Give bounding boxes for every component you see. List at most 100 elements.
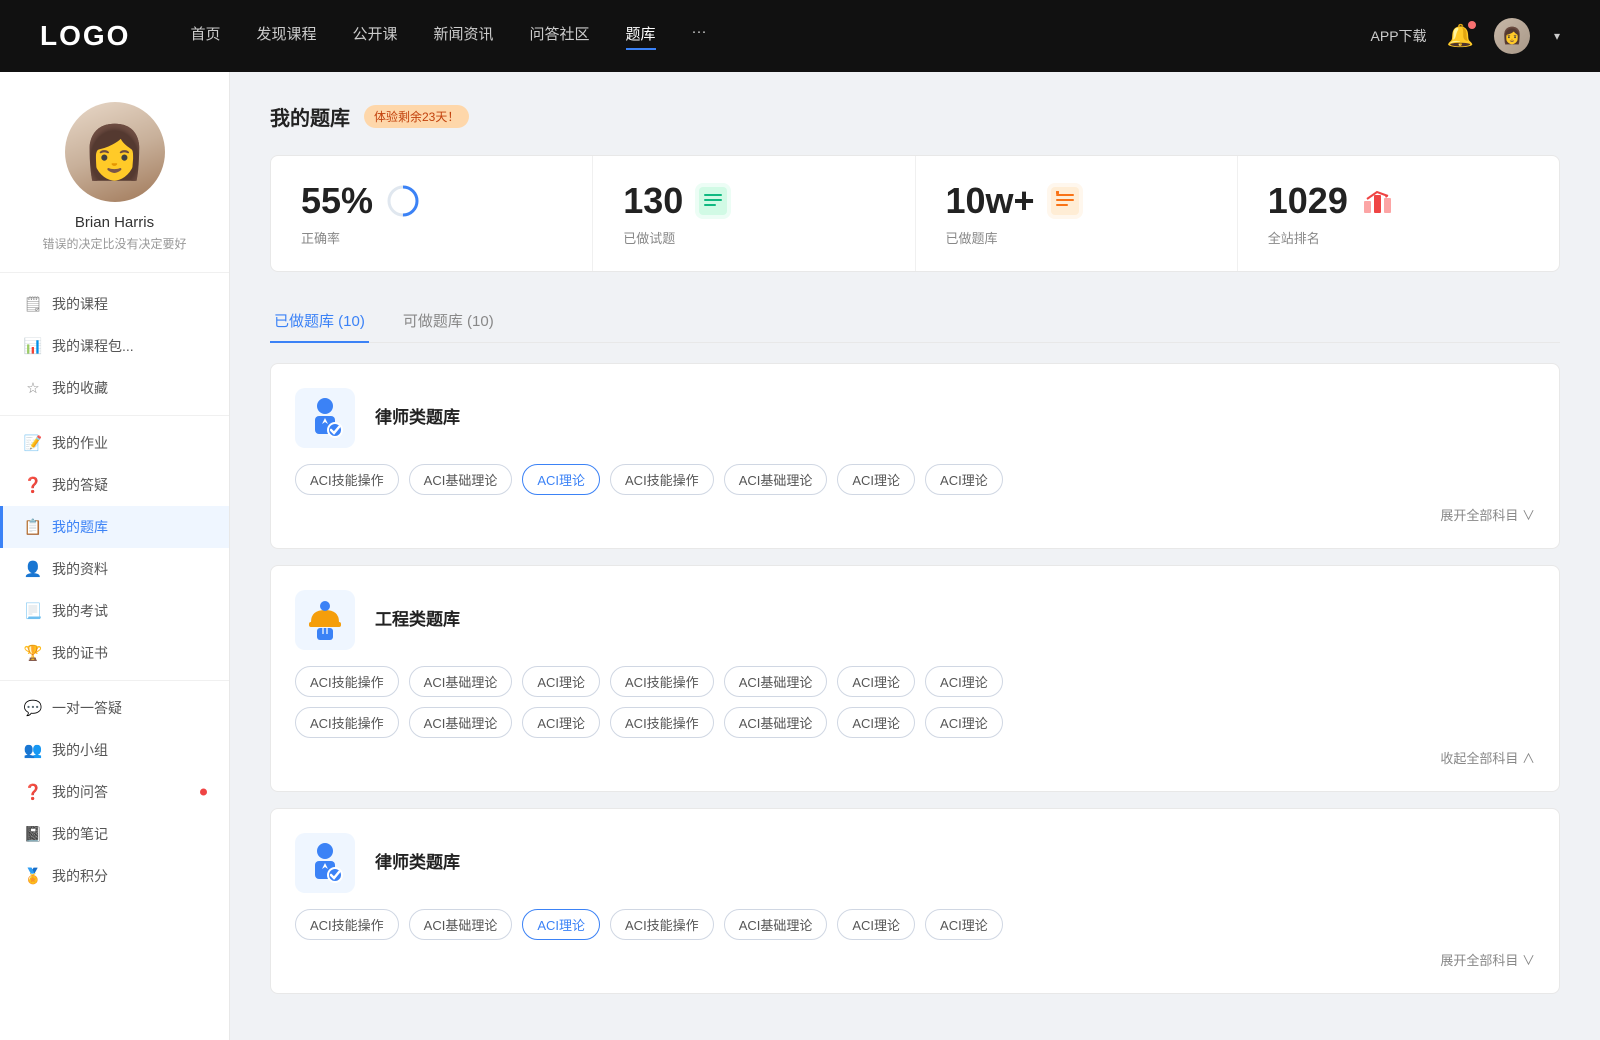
nav-link-home[interactable]: 首页 [190,23,220,50]
sidebar-item-label: 我的资料 [52,559,108,579]
tag-l2-2[interactable]: ACI理论 [522,909,600,940]
tag-l2-1[interactable]: ACI基础理论 [409,909,513,940]
divider-2 [0,680,229,681]
nav-link-questions[interactable]: 题库 [626,23,656,50]
tag-l2-4[interactable]: ACI基础理论 [724,909,828,940]
my-favorites-icon: ☆ [24,379,42,397]
expand-button-lawyer-2[interactable]: 展开全部科目 ∨ [1440,950,1535,969]
sidebar-menu: 🗒 我的课程 📊 我的课程包... ☆ 我的收藏 📝 我的作业 ❓ 我的答疑 � [0,283,229,897]
tab-available-banks[interactable]: 可做题库 (10) [399,300,498,343]
tag-0[interactable]: ACI技能操作 [295,464,399,495]
tag-4[interactable]: ACI基础理论 [724,464,828,495]
nav-right: APP下载 🔔 👩 ▾ [1371,18,1560,54]
tag-e-7[interactable]: ACI技能操作 [295,707,399,738]
qbank-tags-lawyer-2: ACI技能操作 ACI基础理论 ACI理论 ACI技能操作 ACI基础理论 AC… [295,909,1535,940]
done-banks-icon [1047,183,1083,219]
nav-link-open[interactable]: 公开课 [352,23,397,50]
question-bank-tabs: 已做题库 (10) 可做题库 (10) [270,300,1560,343]
notification-bell[interactable]: 🔔 [1447,23,1474,49]
profile-motto: 错误的决定比没有决定要好 [42,235,186,252]
tag-1[interactable]: ACI基础理论 [409,464,513,495]
qbank-tags-engineer-row1: ACI技能操作 ACI基础理论 ACI理论 ACI技能操作 ACI基础理论 AC… [295,666,1535,697]
top-nav: LOGO 首页 发现课程 公开课 新闻资讯 问答社区 题库 ··· APP下载 … [0,0,1600,72]
qbank-tags-engineer-row2: ACI技能操作 ACI基础理论 ACI理论 ACI技能操作 ACI基础理论 AC… [295,707,1535,738]
sidebar-item-my-notes[interactable]: 📓 我的笔记 [0,813,229,855]
expand-button-engineer[interactable]: 收起全部科目 ∧ [1440,748,1535,767]
done-banks-label: 已做题库 [946,228,1207,247]
one-on-one-icon: 💬 [24,699,42,717]
tag-2[interactable]: ACI理论 [522,464,600,495]
user-avatar[interactable]: 👩 [1494,18,1530,54]
page-title: 我的题库 [270,102,350,131]
sidebar-item-my-questions[interactable]: ❓ 我的答疑 [0,464,229,506]
nav-link-news[interactable]: 新闻资讯 [434,23,494,50]
tag-5[interactable]: ACI理论 [837,464,915,495]
profile-section: 👩 Brian Harris 错误的决定比没有决定要好 [0,102,229,273]
sidebar-item-my-homework[interactable]: 📝 我的作业 [0,422,229,464]
nav-link-more[interactable]: ··· [692,23,707,50]
tag-e-5[interactable]: ACI理论 [837,666,915,697]
sidebar-item-label: 我的问答 [52,782,108,802]
my-qa-icon: ❓ [24,783,42,801]
chevron-down-icon[interactable]: ▾ [1554,29,1560,43]
sidebar-item-my-info[interactable]: 👤 我的资料 [0,548,229,590]
sidebar-item-label: 我的作业 [52,433,108,453]
nav-link-discover[interactable]: 发现课程 [256,23,316,50]
my-info-icon: 👤 [24,560,42,578]
tag-e-11[interactable]: ACI基础理论 [724,707,828,738]
sidebar-item-my-courses[interactable]: 🗒 我的课程 [0,283,229,325]
sidebar-item-one-on-one[interactable]: 💬 一对一答疑 [0,687,229,729]
sidebar-item-my-qa[interactable]: ❓ 我的问答 [0,771,229,813]
sidebar-item-my-qbank[interactable]: 📋 我的题库 [0,506,229,548]
profile-name: Brian Harris [75,214,154,231]
tag-l2-6[interactable]: ACI理论 [925,909,1003,940]
sidebar-item-my-groups[interactable]: 👥 我的小组 [0,729,229,771]
sidebar-item-my-exams[interactable]: 📃 我的考试 [0,590,229,632]
tag-e-13[interactable]: ACI理论 [925,707,1003,738]
qbank-card-lawyer-2: 律师类题库 ACI技能操作 ACI基础理论 ACI理论 ACI技能操作 ACI基… [270,808,1560,994]
expand-button-lawyer-1[interactable]: 展开全部科目 ∨ [1440,505,1535,524]
app-download-link[interactable]: APP下载 [1371,26,1427,46]
tag-3[interactable]: ACI技能操作 [610,464,714,495]
accuracy-label: 正确率 [301,228,562,247]
rank-value: 1029 [1268,180,1348,222]
avatar: 👩 [65,102,165,202]
tag-e-0[interactable]: ACI技能操作 [295,666,399,697]
sidebar-item-my-points[interactable]: 🏅 我的积分 [0,855,229,897]
tag-e-6[interactable]: ACI理论 [925,666,1003,697]
my-groups-icon: 👥 [24,741,42,759]
stat-accuracy: 55% 正确率 [271,156,593,271]
nav-link-qa[interactable]: 问答社区 [530,23,590,50]
tag-l2-0[interactable]: ACI技能操作 [295,909,399,940]
my-points-icon: 🏅 [24,867,42,885]
qbank-lawyer-icon-1 [295,388,355,448]
tag-l2-5[interactable]: ACI理论 [837,909,915,940]
tag-e-2[interactable]: ACI理论 [522,666,600,697]
tag-l2-3[interactable]: ACI技能操作 [610,909,714,940]
tag-e-10[interactable]: ACI技能操作 [610,707,714,738]
page-header: 我的题库 体验剩余23天！ [270,102,1560,131]
sidebar: 👩 Brian Harris 错误的决定比没有决定要好 🗒 我的课程 📊 我的课… [0,72,230,1040]
sidebar-item-label: 我的收藏 [52,378,108,398]
qa-dot-badge [200,789,207,796]
tag-e-3[interactable]: ACI技能操作 [610,666,714,697]
tag-6[interactable]: ACI理论 [925,464,1003,495]
tag-e-9[interactable]: ACI理论 [522,707,600,738]
sidebar-item-my-certs[interactable]: 🏆 我的证书 [0,632,229,674]
nav-links: 首页 发现课程 公开课 新闻资讯 问答社区 题库 ··· [190,23,1370,50]
sidebar-item-label: 我的题库 [52,517,108,537]
my-exams-icon: 📃 [24,602,42,620]
tag-e-1[interactable]: ACI基础理论 [409,666,513,697]
my-courses-icon: 🗒 [24,295,42,313]
tab-done-banks[interactable]: 已做题库 (10) [270,300,369,343]
sidebar-item-my-packages[interactable]: 📊 我的课程包... [0,325,229,367]
accuracy-value: 55% [301,180,373,222]
tag-e-4[interactable]: ACI基础理论 [724,666,828,697]
tag-e-12[interactable]: ACI理论 [837,707,915,738]
qbank-title-lawyer-2: 律师类题库 [375,833,460,893]
my-questions-icon: ❓ [24,476,42,494]
sidebar-item-my-favorites[interactable]: ☆ 我的收藏 [0,367,229,409]
sidebar-item-label: 我的答疑 [52,475,108,495]
tag-e-8[interactable]: ACI基础理论 [409,707,513,738]
my-certs-icon: 🏆 [24,644,42,662]
